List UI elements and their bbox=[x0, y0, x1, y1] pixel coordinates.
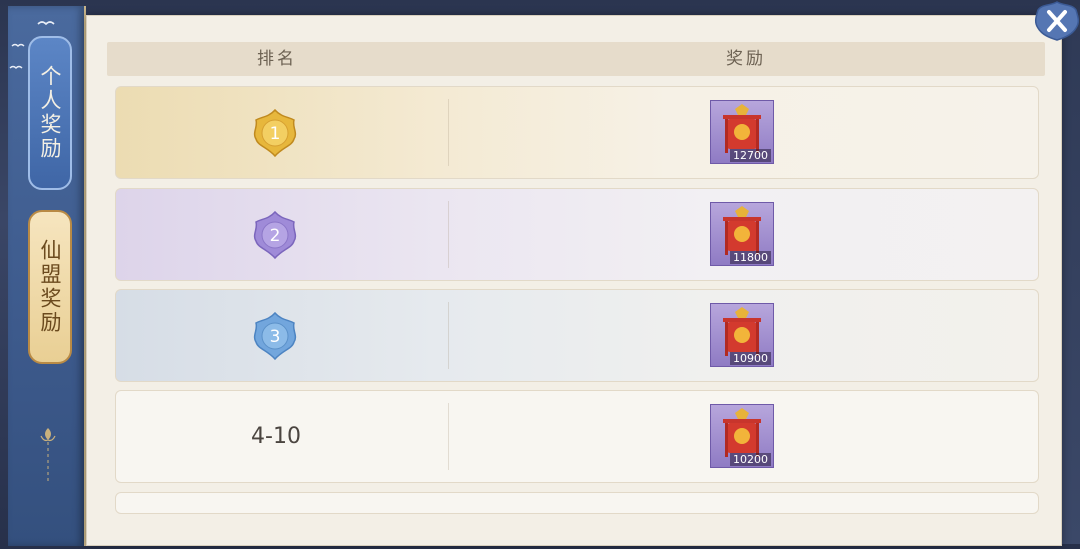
column-divider bbox=[448, 302, 449, 369]
table-header: 排名 奖励 bbox=[107, 42, 1045, 76]
reward-item[interactable]: 11800 bbox=[710, 202, 774, 266]
column-divider bbox=[448, 403, 449, 470]
rank-badge-blue-icon: 3 bbox=[253, 311, 297, 361]
table-row: 4-10 10200 bbox=[115, 390, 1039, 483]
header-reward: 奖励 bbox=[726, 49, 766, 69]
tab-personal-label: 个人奖励 bbox=[38, 65, 62, 161]
column-divider bbox=[448, 99, 449, 166]
ranking-reward-panel: 排名 奖励 1 12700 2 11800 3 10900 4-10 10200 bbox=[86, 15, 1062, 546]
reward-item[interactable]: 10900 bbox=[710, 303, 774, 367]
reward-quantity: 10200 bbox=[730, 453, 771, 466]
table-row: 1 12700 bbox=[115, 86, 1039, 179]
rank-badge-gold-icon: 1 bbox=[253, 108, 297, 158]
header-rank: 排名 bbox=[257, 49, 297, 69]
rank-number: 1 bbox=[270, 124, 281, 144]
reward-quantity: 12700 bbox=[730, 149, 771, 162]
table-row-partial bbox=[115, 492, 1039, 514]
frame-edge bbox=[1060, 15, 1080, 544]
tab-personal-reward[interactable]: 个人奖励 bbox=[28, 36, 72, 190]
rank-number: 3 bbox=[270, 327, 281, 347]
lotus-ornament-icon bbox=[40, 428, 56, 484]
close-icon[interactable] bbox=[1034, 0, 1080, 42]
reward-quantity: 10900 bbox=[730, 352, 771, 365]
column-divider bbox=[448, 201, 449, 268]
rank-number: 2 bbox=[270, 226, 281, 246]
table-row: 2 11800 bbox=[115, 188, 1039, 281]
rank-badge-purple-icon: 2 bbox=[253, 210, 297, 260]
rank-range-text: 4-10 bbox=[251, 424, 301, 449]
reward-quantity: 11800 bbox=[730, 251, 771, 264]
tab-rail: 个人奖励 仙盟奖励 bbox=[8, 6, 86, 546]
tab-guild-label: 仙盟奖励 bbox=[38, 239, 62, 335]
table-row: 3 10900 bbox=[115, 289, 1039, 382]
reward-item[interactable]: 10200 bbox=[710, 404, 774, 468]
reward-item[interactable]: 12700 bbox=[710, 100, 774, 164]
tab-guild-reward[interactable]: 仙盟奖励 bbox=[28, 210, 72, 364]
